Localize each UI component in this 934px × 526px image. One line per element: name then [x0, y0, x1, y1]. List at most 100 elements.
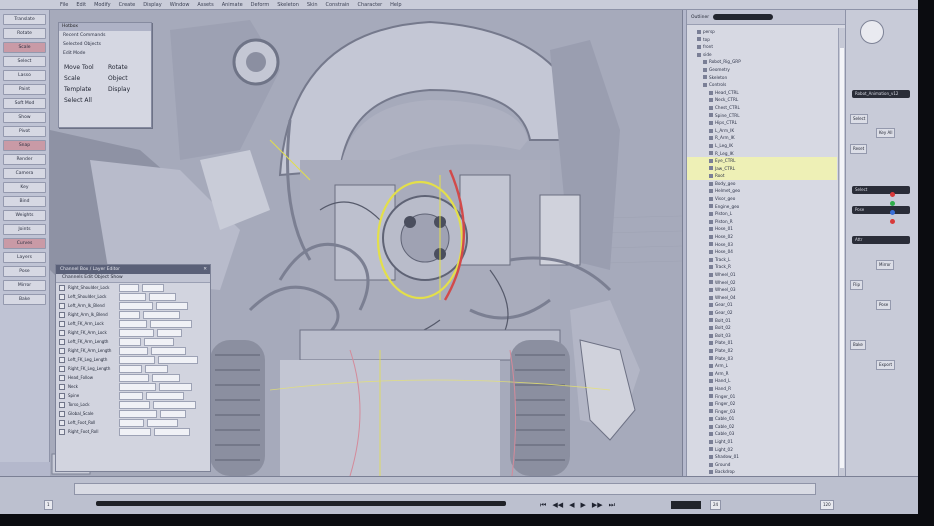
outliner-row[interactable]: Hose_01: [687, 225, 837, 233]
outliner-row[interactable]: Jaw_CTRL: [687, 164, 837, 173]
checkbox[interactable]: [59, 320, 65, 327]
channel-slider[interactable]: [159, 382, 192, 391]
outliner-row[interactable]: side: [687, 51, 837, 59]
checkbox[interactable]: [59, 374, 65, 381]
shelf-tool-button[interactable]: Weights: [3, 210, 46, 221]
shelf-tool-button[interactable]: Lasso: [3, 70, 46, 81]
outliner-row[interactable]: Spine_CTRL: [687, 112, 837, 120]
outliner-scrollbar[interactable]: [838, 28, 845, 484]
shelf-tool-button[interactable]: Rotate: [3, 28, 46, 39]
outliner-row[interactable]: Bolt_03: [687, 332, 837, 340]
channel-value-field[interactable]: [119, 292, 146, 301]
channel-slider[interactable]: [144, 337, 174, 346]
attribute-button[interactable]: Reset: [850, 144, 868, 154]
channel-slider[interactable]: [146, 391, 184, 400]
hotbox-item[interactable]: Select All: [64, 97, 102, 104]
playback-button[interactable]: ◀: [569, 501, 574, 510]
shelf-tool-button[interactable]: Paint: [3, 84, 46, 95]
attribute-button[interactable]: Bake: [850, 340, 866, 350]
menu-item[interactable]: Constrain: [326, 2, 350, 8]
channel-slider[interactable]: [145, 364, 168, 373]
outliner-row[interactable]: Finger_03: [687, 408, 837, 416]
shelf-tool-button[interactable]: Show: [3, 112, 46, 123]
outliner-row[interactable]: Body_geo: [687, 180, 837, 188]
outliner-row[interactable]: Piston_R: [687, 218, 837, 226]
shelf-tool-button[interactable]: Curves: [3, 238, 46, 249]
channel-slider[interactable]: [156, 301, 188, 310]
outliner-row[interactable]: Eye_CTRL: [687, 157, 837, 165]
hotbox-item[interactable]: Move Tool: [64, 64, 102, 71]
channel-value-field[interactable]: [119, 355, 155, 364]
outliner-row[interactable]: Engine_geo: [687, 203, 837, 211]
playback-button[interactable]: ◀◀: [552, 501, 563, 510]
shelf-tool-button[interactable]: Pivot: [3, 126, 46, 137]
outliner-row[interactable]: Cable_03: [687, 430, 837, 438]
shelf-tool-button[interactable]: Bind: [3, 196, 46, 207]
outliner-row[interactable]: Geometry: [687, 66, 837, 74]
outliner-row[interactable]: Controls: [687, 81, 837, 89]
start-frame-field[interactable]: 1: [44, 500, 53, 510]
channel-value-field[interactable]: [119, 364, 142, 373]
outliner-row[interactable]: Hose_03: [687, 241, 837, 249]
channel-slider[interactable]: [150, 319, 192, 328]
outliner-row[interactable]: Head_CTRL: [687, 89, 837, 97]
close-icon[interactable]: ✕: [203, 265, 207, 274]
outliner-row[interactable]: Wheel_02: [687, 279, 837, 287]
hotbox-item[interactable]: Selected Objects: [59, 40, 151, 49]
range-slider[interactable]: [96, 501, 506, 506]
shelf-tool-button[interactable]: Mirror: [3, 280, 46, 291]
playback-button[interactable]: ▶: [580, 501, 585, 510]
hotbox-item[interactable]: Recent Commands: [59, 31, 151, 40]
hotbox-item[interactable]: Display: [108, 86, 146, 93]
channel-value-field[interactable]: [119, 382, 156, 391]
outliner-row[interactable]: persp: [687, 28, 837, 36]
outliner-row[interactable]: Bolt_01: [687, 317, 837, 325]
outliner-row[interactable]: R_Leg_IK: [687, 150, 837, 158]
checkbox[interactable]: [59, 410, 65, 417]
channel-value-field[interactable]: [119, 427, 151, 436]
checkbox[interactable]: [59, 302, 65, 309]
outliner-row[interactable]: top: [687, 36, 837, 44]
outliner-row[interactable]: Hose_02: [687, 233, 837, 241]
hotbox-item[interactable]: Object: [108, 75, 146, 82]
outliner-row[interactable]: Shadow_01: [687, 453, 837, 461]
checkbox[interactable]: [59, 311, 65, 318]
menu-item[interactable]: Help: [390, 2, 401, 8]
channel-slider[interactable]: [157, 328, 182, 337]
menu-item[interactable]: Edit: [76, 2, 86, 8]
attribute-button[interactable]: Pose: [876, 300, 892, 310]
outliner-row[interactable]: Gear_01: [687, 301, 837, 309]
menu-item[interactable]: File: [60, 2, 68, 8]
outliner-row[interactable]: Cable_02: [687, 423, 837, 431]
outliner-row[interactable]: Ground: [687, 461, 837, 469]
attribute-button[interactable]: Key All: [876, 128, 896, 138]
channel-value-field[interactable]: [119, 301, 153, 310]
channel-slider[interactable]: [154, 427, 190, 436]
outliner-row[interactable]: Hose_04: [687, 248, 837, 256]
outliner-row[interactable]: Wheel_03: [687, 286, 837, 294]
outliner-row[interactable]: front: [687, 43, 837, 51]
checkbox[interactable]: [59, 401, 65, 408]
attribute-button[interactable]: Flip: [850, 280, 864, 290]
channel-value-field[interactable]: [119, 310, 140, 319]
outliner-row[interactable]: Plate_02: [687, 347, 837, 355]
channel-slider[interactable]: [160, 409, 186, 418]
checkbox[interactable]: [59, 383, 65, 390]
channel-value-field[interactable]: [119, 319, 147, 328]
outliner-row[interactable]: Light_02: [687, 446, 837, 454]
menu-item[interactable]: Skeleton: [277, 2, 299, 8]
checkbox[interactable]: [59, 293, 65, 300]
channel-slider[interactable]: [147, 418, 178, 427]
attribute-dark-field[interactable]: Pose: [852, 206, 910, 214]
menu-item[interactable]: Display: [143, 2, 161, 8]
outliner-row[interactable]: Backdrop: [687, 468, 837, 476]
menu-item[interactable]: Animate: [222, 2, 243, 8]
channel-value-field[interactable]: [119, 409, 157, 418]
hotbox-item[interactable]: Edit Mode: [59, 49, 151, 58]
channel-value-field[interactable]: [119, 391, 143, 400]
outliner-row[interactable]: Bolt_02: [687, 324, 837, 332]
shelf-tool-button[interactable]: Bake: [3, 294, 46, 305]
attribute-dark-field[interactable]: Attr: [852, 236, 910, 244]
channel-slider[interactable]: [158, 355, 198, 364]
menu-item[interactable]: Modify: [94, 2, 111, 8]
